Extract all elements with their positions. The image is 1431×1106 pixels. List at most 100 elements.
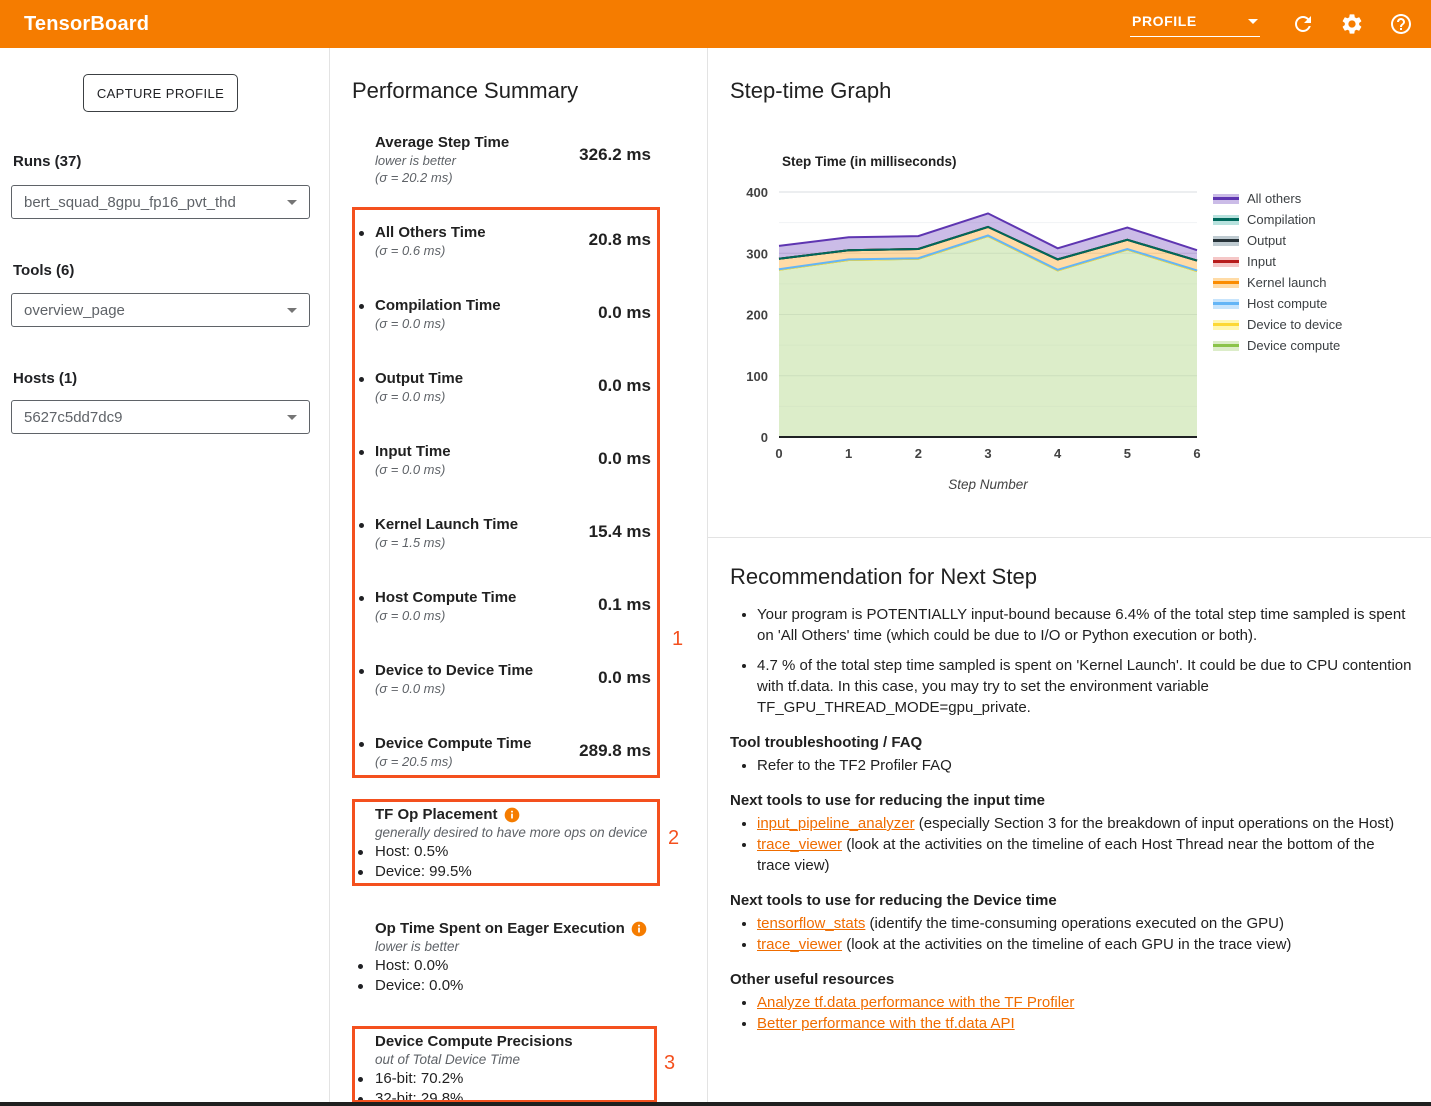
legend-label: Kernel launch	[1247, 275, 1327, 290]
chevron-down-icon	[287, 415, 297, 420]
performance-summary-panel: Performance Summary Average Step Time lo…	[330, 48, 707, 1106]
list-item: tensorflow_stats (identify the time-cons…	[757, 913, 1412, 934]
section-heading: Next tools to use for reducing the input…	[730, 791, 1412, 811]
trace-viewer-link[interactable]: trace_viewer	[757, 836, 842, 853]
metric-row-device-compute-time: Device Compute Time(σ = 20.5 ms)289.8 ms	[375, 735, 651, 770]
svg-text:200: 200	[746, 308, 768, 323]
chart-title: Step Time (in milliseconds)	[782, 154, 957, 169]
hosts-select-value: 5627c5dd7dc9	[24, 409, 122, 426]
recommendation-panel: Recommendation for Next Step Your progra…	[730, 564, 1412, 1034]
list-item: Device: 99.5%	[375, 862, 680, 882]
runs-select[interactable]: bert_squad_8gpu_fp16_pvt_thd	[11, 185, 310, 219]
legend-swatch	[1213, 257, 1239, 267]
metric-value: 0.0 ms	[598, 376, 651, 405]
hosts-select[interactable]: 5627c5dd7dc9	[11, 400, 310, 434]
step-time-graph-panel: Step-time Graph Step Time (in millisecon…	[707, 48, 1431, 1106]
metric-row-output-time: Output Time(σ = 0.0 ms)0.0 ms	[375, 370, 651, 405]
svg-text:2: 2	[915, 446, 922, 461]
metric-label: Input Time	[375, 443, 451, 461]
block-note: out of Total Device Time	[375, 1051, 680, 1069]
block-title: TF Op Placement	[375, 806, 498, 824]
metric-sigma: (σ = 0.0 ms)	[375, 315, 501, 332]
device-time-tools-section: Next tools to use for reducing the Devic…	[730, 891, 1412, 955]
section-heading: Next tools to use for reducing the Devic…	[730, 891, 1412, 911]
info-icon[interactable]	[631, 921, 647, 937]
tools-select[interactable]: overview_page	[11, 293, 310, 327]
metric-label: Device Compute Time	[375, 735, 531, 753]
svg-text:5: 5	[1124, 446, 1131, 461]
runs-select-value: bert_squad_8gpu_fp16_pvt_thd	[24, 194, 236, 211]
svg-text:3: 3	[984, 446, 991, 461]
svg-text:0: 0	[775, 446, 782, 461]
metric-sigma: (σ = 0.0 ms)	[375, 607, 516, 624]
chevron-down-icon	[287, 308, 297, 313]
legend-label: Output	[1247, 233, 1286, 248]
device-compute-precisions-block: Device Compute Precisions out of Total D…	[375, 1033, 680, 1106]
metric-row-kernel-launch-time: Kernel Launch Time(σ = 1.5 ms)15.4 ms	[375, 516, 651, 551]
tf-op-placement-block: TF Op Placement generally desired to hav…	[375, 806, 680, 881]
dashboard-select[interactable]: PROFILE	[1130, 11, 1260, 37]
svg-text:100: 100	[746, 369, 768, 384]
recommendation-bullet: Your program is POTENTIALLY input-bound …	[757, 604, 1412, 646]
tools-select-value: overview_page	[24, 302, 125, 319]
settings-gear-icon[interactable]	[1340, 12, 1364, 36]
metric-sigma: (σ = 0.0 ms)	[375, 388, 463, 405]
block-title: Device Compute Precisions	[375, 1033, 573, 1051]
faq-section: Tool troubleshooting / FAQ Refer to the …	[730, 733, 1412, 776]
bottom-edge-bar	[0, 1102, 1431, 1106]
svg-text:4: 4	[1054, 446, 1062, 461]
legend-label: Input	[1247, 254, 1276, 269]
performance-summary-title: Performance Summary	[352, 78, 578, 104]
analyze-tfdata-performance-link[interactable]: Analyze tf.data performance with the TF …	[757, 994, 1074, 1011]
svg-text:300: 300	[746, 246, 768, 261]
svg-text:1: 1	[845, 446, 852, 461]
legend-item-kernel-launch: Kernel launch	[1213, 272, 1342, 293]
other-resources-section: Other useful resources Analyze tf.data p…	[730, 970, 1412, 1034]
better-performance-tfdata-link[interactable]: Better performance with the tf.data API	[757, 1015, 1015, 1032]
legend-label: Host compute	[1247, 296, 1327, 311]
svg-text:0: 0	[761, 430, 768, 445]
list-item: Device: 0.0%	[375, 976, 680, 996]
metric-row-host-compute-time: Host Compute Time(σ = 0.0 ms)0.1 ms	[375, 589, 651, 624]
metric-sigma: (σ = 0.0 ms)	[375, 680, 533, 697]
legend-label: All others	[1247, 191, 1301, 206]
tensorflow-stats-link[interactable]: tensorflow_stats	[757, 915, 865, 932]
trace-viewer-link[interactable]: trace_viewer	[757, 936, 842, 953]
input-pipeline-analyzer-link[interactable]: input_pipeline_analyzer	[757, 815, 915, 832]
legend-swatch	[1213, 194, 1239, 204]
svg-text:Step Number: Step Number	[948, 477, 1028, 492]
legend-swatch	[1213, 320, 1239, 330]
metric-note: lower is better	[375, 152, 509, 169]
metric-row-compilation-time: Compilation Time(σ = 0.0 ms)0.0 ms	[375, 297, 651, 332]
runs-label: Runs (37)	[13, 153, 81, 170]
metric-label: All Others Time	[375, 224, 486, 242]
capture-profile-button[interactable]: CAPTURE PROFILE	[83, 74, 238, 112]
metric-label: Kernel Launch Time	[375, 516, 518, 534]
metric-value: 20.8 ms	[589, 230, 651, 259]
metric-value: 0.0 ms	[598, 668, 651, 697]
tools-label: Tools (6)	[13, 262, 74, 279]
header-controls: PROFILE	[1130, 11, 1413, 37]
metric-row-all-others-time: All Others Time(σ = 0.6 ms)20.8 ms	[375, 224, 651, 259]
chevron-down-icon	[287, 200, 297, 205]
app-title: TensorBoard	[24, 13, 149, 36]
app-header: TensorBoard PROFILE	[0, 0, 1431, 48]
sidebar: CAPTURE PROFILE Runs (37) bert_squad_8gp…	[0, 48, 330, 1106]
metric-value: 15.4 ms	[589, 522, 651, 551]
info-icon[interactable]	[504, 807, 520, 823]
dashboard-select-value: PROFILE	[1132, 13, 1197, 29]
recommendation-title: Recommendation for Next Step	[730, 564, 1412, 590]
legend-item-output: Output	[1213, 230, 1342, 251]
recommendation-bullet: 4.7 % of the total step time sampled is …	[757, 655, 1412, 718]
hosts-label: Hosts (1)	[13, 370, 77, 387]
svg-text:400: 400	[746, 185, 768, 200]
legend-swatch	[1213, 341, 1239, 351]
list-item: Analyze tf.data performance with the TF …	[757, 992, 1412, 1013]
list-item: Host: 0.5%	[375, 842, 680, 862]
metric-value: 326.2 ms	[579, 145, 651, 186]
refresh-icon[interactable]	[1291, 12, 1315, 36]
metric-label: Compilation Time	[375, 297, 501, 315]
step-time-graph-title: Step-time Graph	[730, 78, 891, 104]
list-item: trace_viewer (look at the activities on …	[757, 934, 1412, 955]
help-icon[interactable]	[1389, 12, 1413, 36]
